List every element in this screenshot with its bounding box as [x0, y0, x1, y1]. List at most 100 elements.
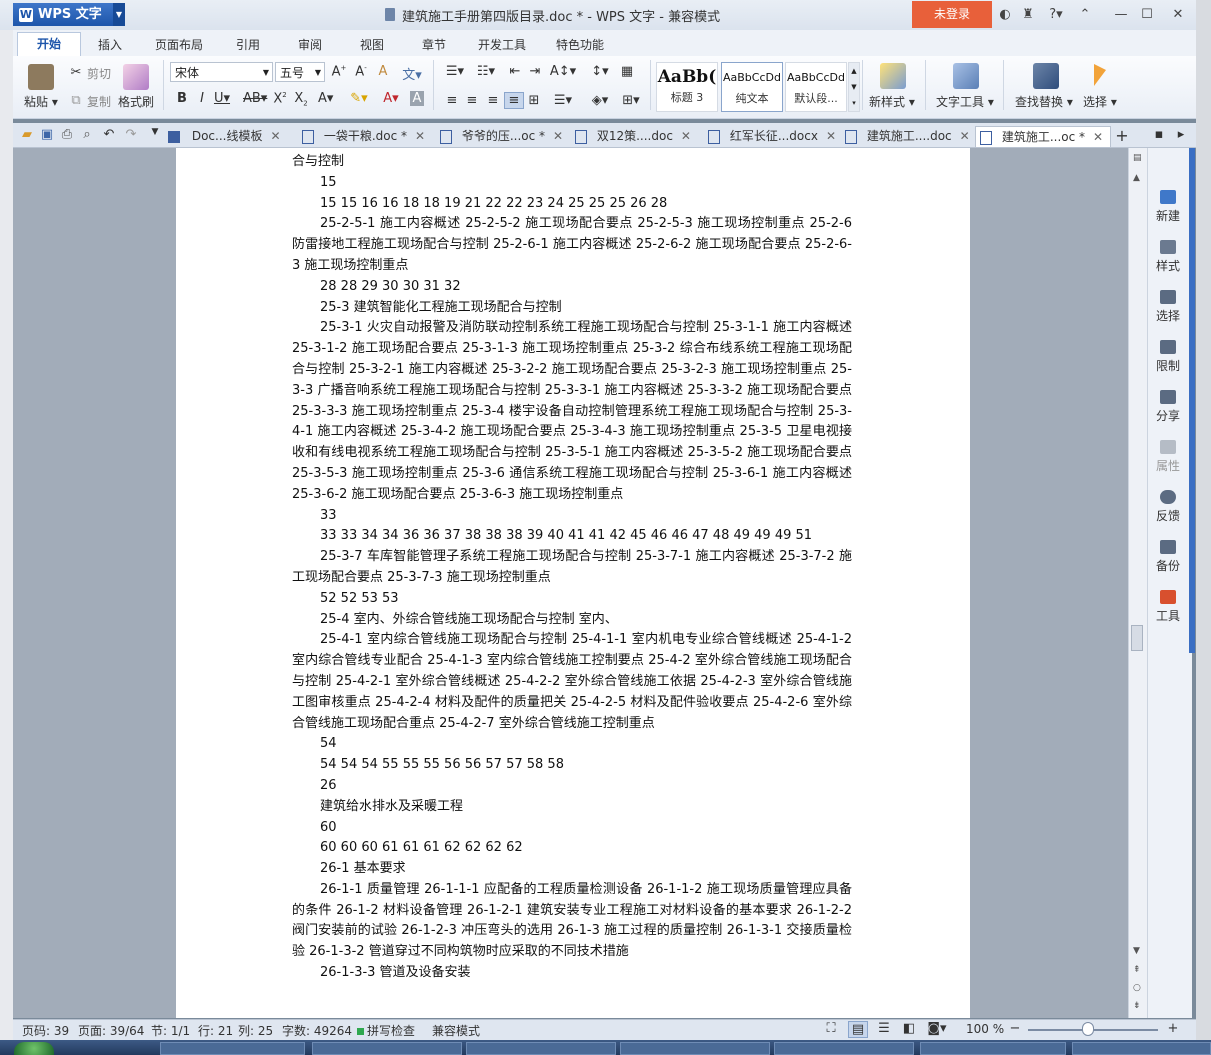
- text-tools-button[interactable]: 文字工具 ▾: [936, 93, 994, 110]
- paste-button[interactable]: 粘贴 ▾: [24, 93, 58, 110]
- doc-tab[interactable]: 一袋干粮.doc * ✕: [302, 126, 432, 146]
- grow-font-icon[interactable]: A+: [330, 64, 348, 79]
- close-tab-icon[interactable]: ✕: [415, 129, 425, 143]
- collapse-ribbon-icon[interactable]: ⌃: [1076, 6, 1094, 24]
- bold-icon[interactable]: B: [173, 91, 191, 106]
- document-paragraph[interactable]: 26-1 基本要求: [292, 859, 852, 880]
- decrease-indent-icon[interactable]: ⇤: [506, 64, 524, 79]
- ruler-toggle-icon[interactable]: ▤: [1133, 153, 1142, 163]
- text-effect-icon[interactable]: A▾: [318, 91, 333, 106]
- taskpane-tools[interactable]: 工具: [1148, 590, 1188, 624]
- new-style-button[interactable]: 新样式 ▾: [869, 93, 915, 110]
- border-icon[interactable]: ⊞▾: [618, 93, 644, 108]
- document-paragraph[interactable]: 26-1-3-3 管道及设备安装: [292, 963, 852, 984]
- taskpane-backup[interactable]: 备份: [1148, 540, 1188, 574]
- taskbar-item[interactable]: [774, 1042, 914, 1055]
- taskpane-new[interactable]: 新建: [1148, 190, 1188, 224]
- tab-references[interactable]: 引用: [228, 34, 268, 56]
- align-right-icon[interactable]: ≡: [484, 93, 502, 108]
- close-tab-icon[interactable]: ✕: [270, 129, 280, 143]
- previous-page-icon[interactable]: ⇞: [1133, 965, 1141, 975]
- doc-tab[interactable]: 红军长征...docx ✕: [708, 126, 840, 146]
- distribute-icon[interactable]: ⊞: [525, 93, 543, 108]
- doc-tab[interactable]: 爷爷的压...oc * ✕: [440, 126, 570, 146]
- document-paragraph[interactable]: 54 54 54 55 55 55 56 56 57 57 58 58: [292, 755, 852, 776]
- tab-features[interactable]: 特色功能: [550, 34, 610, 56]
- status-word-count[interactable]: 字数: 49264: [282, 1022, 352, 1039]
- taskbar-item[interactable]: [466, 1042, 616, 1055]
- close-tab-icon[interactable]: ✕: [960, 129, 970, 143]
- shading-icon[interactable]: ◈▾: [587, 93, 613, 108]
- taskpane-styles[interactable]: 样式: [1148, 240, 1188, 274]
- sort-icon[interactable]: ↕▾: [588, 64, 612, 79]
- close-tab-icon[interactable]: ✕: [1093, 130, 1103, 144]
- taskbar-item[interactable]: [160, 1042, 305, 1055]
- document-paragraph[interactable]: 33: [292, 506, 852, 527]
- select-button[interactable]: 选择 ▾: [1083, 93, 1117, 110]
- scroll-down-icon[interactable]: ▼: [1133, 946, 1140, 956]
- font-color-icon[interactable]: A▾: [380, 91, 402, 106]
- zoom-out-icon[interactable]: −: [1006, 1021, 1024, 1036]
- document-paragraph[interactable]: 建筑给水排水及采暖工程: [292, 797, 852, 818]
- login-button[interactable]: 未登录: [912, 1, 992, 28]
- text-direction-icon[interactable]: A↕▾: [549, 64, 577, 79]
- shirt-icon[interactable]: ♜: [1019, 6, 1037, 24]
- cut-button[interactable]: 剪切: [87, 65, 111, 82]
- table-icon[interactable]: ▦: [618, 64, 636, 79]
- bullets-icon[interactable]: ☰▾: [441, 64, 469, 79]
- close-icon[interactable]: ✕: [1169, 6, 1187, 24]
- help-icon[interactable]: ?▾: [1043, 6, 1069, 24]
- pinyin-icon[interactable]: 文▾: [400, 64, 424, 83]
- highlight-icon[interactable]: ✎▾: [348, 91, 370, 106]
- document-paragraph[interactable]: 54: [292, 734, 852, 755]
- redo-icon[interactable]: ↷: [122, 127, 140, 142]
- style-gallery-scroll[interactable]: ▲ ▼ ▾: [848, 62, 860, 112]
- italic-icon[interactable]: I: [193, 91, 211, 106]
- taskbar-item[interactable]: [312, 1042, 462, 1055]
- close-tab-icon[interactable]: ✕: [553, 129, 563, 143]
- print-preview-icon[interactable]: ⌕: [78, 127, 96, 142]
- doc-tab-template[interactable]: Doc...线模板 ✕: [168, 126, 296, 146]
- tab-view[interactable]: 视图: [352, 34, 392, 56]
- zoom-slider-thumb[interactable]: [1081, 1022, 1094, 1036]
- doc-tab-active[interactable]: 建筑施工...oc * ✕: [975, 126, 1111, 147]
- open-icon[interactable]: ▰: [18, 127, 36, 142]
- document-paragraph[interactable]: 25-3-1 火灾自动报警及消防联动控制系统工程施工现场配合与控制 25-3-1…: [292, 318, 852, 505]
- outline-view-icon[interactable]: ☰: [875, 1021, 893, 1036]
- increase-indent-icon[interactable]: ⇥: [526, 64, 544, 79]
- document-paragraph[interactable]: 15 15 16 16 18 18 19 21 22 22 23 24 25 2…: [292, 194, 852, 215]
- taskpane-select[interactable]: 选择: [1148, 290, 1188, 324]
- fullscreen-view-icon[interactable]: ⛶: [822, 1021, 840, 1036]
- document-paragraph[interactable]: 52 52 53 53: [292, 589, 852, 610]
- taskpane-feedback[interactable]: 反馈: [1148, 490, 1188, 524]
- style-heading3[interactable]: AaBb( 标题 3: [656, 62, 718, 112]
- vertical-scrollbar[interactable]: [1128, 148, 1147, 1018]
- taskpane-restrict[interactable]: 限制: [1148, 340, 1188, 374]
- quick-access-dropdown-icon[interactable]: ▼: [146, 127, 164, 137]
- start-button[interactable]: [14, 1042, 54, 1055]
- maximize-icon[interactable]: ☐: [1138, 6, 1156, 24]
- document-paragraph[interactable]: 25-3 建筑智能化工程施工现场配合与控制: [292, 298, 852, 319]
- superscript-icon[interactable]: X2: [271, 91, 289, 106]
- spell-check-toggle[interactable]: 拼写检查: [357, 1022, 415, 1039]
- style-default-paragraph[interactable]: AaBbCcDd 默认段...: [785, 62, 847, 112]
- zoom-level[interactable]: 100 %: [966, 1022, 1004, 1036]
- document-paragraph[interactable]: 25-4 室内、外综合管线施工现场配合与控制 室内、: [292, 610, 852, 631]
- doc-tab[interactable]: 双12策....doc ✕: [575, 126, 699, 146]
- scroll-up-icon[interactable]: ▲: [1133, 173, 1140, 183]
- line-spacing-icon[interactable]: ☰▾: [551, 93, 575, 108]
- font-size-select[interactable]: 五号 ▼: [275, 62, 325, 82]
- taskpane-properties[interactable]: 属性: [1148, 440, 1188, 474]
- strikethrough-icon[interactable]: AB▾: [243, 91, 267, 106]
- style-plain-text[interactable]: AaBbCcDd 纯文本: [721, 62, 783, 112]
- status-page[interactable]: 页面: 39/64: [78, 1022, 144, 1039]
- close-tab-icon[interactable]: ✕: [681, 129, 691, 143]
- minimize-icon[interactable]: —: [1112, 6, 1130, 24]
- save-icon[interactable]: ▣: [38, 127, 56, 142]
- format-painter-button[interactable]: 格式刷: [118, 93, 154, 110]
- document-paragraph[interactable]: 15: [292, 173, 852, 194]
- find-replace-button[interactable]: 查找替换 ▾: [1015, 93, 1073, 110]
- align-center-icon[interactable]: ≡: [463, 93, 481, 108]
- tab-settings-icon[interactable]: ▸: [1172, 127, 1190, 142]
- tab-insert[interactable]: 插入: [90, 34, 130, 56]
